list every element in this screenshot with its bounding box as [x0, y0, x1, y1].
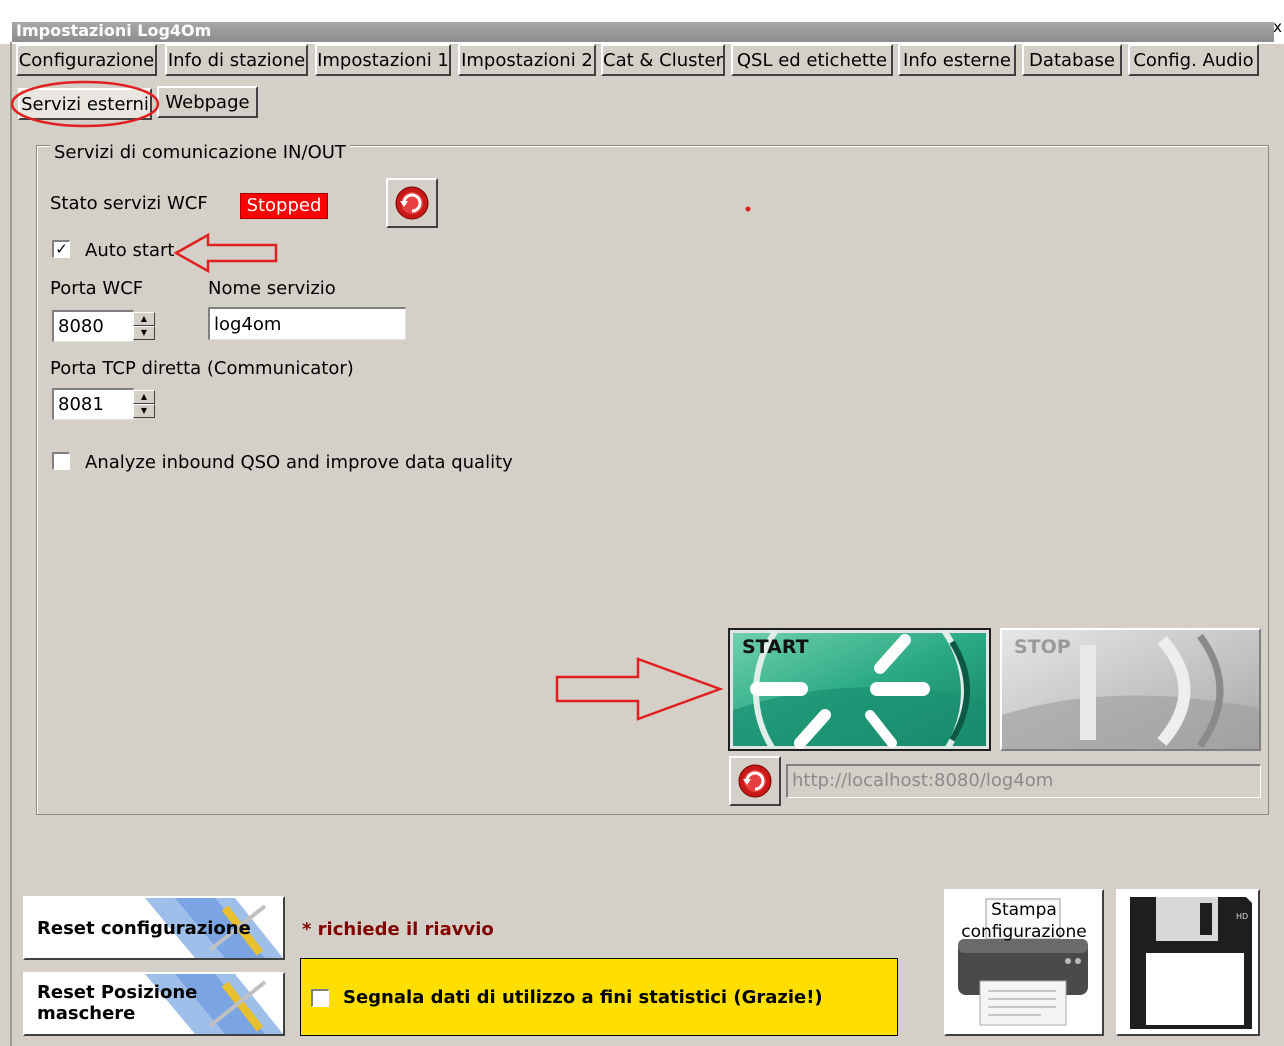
tab-config-audio[interactable]: Config. Audio [1128, 44, 1259, 76]
title-bar: Impostazioni Log4Om x [0, 0, 1284, 44]
refresh-icon [395, 186, 429, 220]
usage-stats-checkbox[interactable] [311, 989, 329, 1007]
service-name-input[interactable] [208, 307, 406, 340]
restart-note: * richiede il riavvio [302, 919, 494, 940]
tab-database[interactable]: Database [1022, 44, 1122, 76]
auto-start-checkbox[interactable]: ✓ [52, 240, 70, 258]
spin-up-icon[interactable]: ▲ [133, 312, 155, 326]
red-dot-mark [745, 206, 751, 212]
analyze-qso-label: Analyze inbound QSO and improve data qua… [85, 452, 513, 473]
reset-config-label: Reset configurazione [37, 918, 251, 939]
tab-configurazione[interactable]: Configurazione [16, 44, 157, 76]
services-group-title: Servizi di comunicazione IN/OUT [50, 142, 350, 163]
reset-config-button[interactable]: Reset configurazione [23, 896, 285, 960]
wcf-port-label: Porta WCF [50, 278, 144, 299]
auto-start-label: Auto start [85, 240, 175, 261]
tcp-port-label: Porta TCP diretta (Communicator) [50, 358, 354, 379]
window-title: Impostazioni Log4Om [16, 21, 212, 40]
refresh-status-button[interactable] [386, 178, 438, 228]
usage-stats-panel: Segnala dati di utilizzo a fini statisti… [300, 958, 898, 1036]
reset-positions-label: Reset Posizione maschere [37, 982, 197, 1024]
tab-info-esterne[interactable]: Info esterne [898, 44, 1016, 76]
tab-impostazioni-1[interactable]: Impostazioni 1 [315, 44, 451, 76]
tab-qsl-ed-etichette[interactable]: QSL ed etichette [731, 44, 893, 76]
tab-cat-cluster[interactable]: Cat & Cluster [601, 44, 725, 76]
stop-label: STOP [1014, 636, 1071, 658]
wcf-port-stepper[interactable]: ▲ ▼ [133, 312, 155, 340]
service-url-field[interactable]: http://localhost:8080/log4om [786, 764, 1261, 798]
spin-down-icon[interactable]: ▼ [133, 404, 155, 418]
floppy-disk-icon: HD [1130, 897, 1252, 1029]
annotation-arrow-right [555, 657, 724, 721]
print-config-label-line1: Stampa [991, 900, 1057, 920]
status-badge: Stopped [240, 193, 328, 219]
spin-up-icon[interactable]: ▲ [133, 390, 155, 404]
svg-text:HD: HD [1236, 912, 1248, 921]
start-label: START [742, 636, 809, 658]
spin-down-icon[interactable]: ▼ [133, 326, 155, 340]
start-button[interactable]: START [728, 628, 991, 751]
tab-info-di-stazione[interactable]: Info di stazione [165, 44, 308, 76]
annotation-arrow-left [174, 232, 278, 274]
save-button[interactable]: HD [1116, 889, 1260, 1036]
wcf-status-label: Stato servizi WCF [50, 193, 208, 214]
close-icon[interactable]: x [1273, 18, 1282, 36]
open-url-button[interactable] [729, 756, 781, 806]
usage-stats-label: Segnala dati di utilizzo a fini statisti… [343, 987, 823, 1008]
tcp-port-input[interactable] [52, 388, 134, 420]
analyze-qso-checkbox[interactable] [52, 452, 70, 470]
reset-positions-button[interactable]: Reset Posizione maschere [23, 972, 285, 1036]
stop-button[interactable]: STOP [1000, 628, 1261, 751]
reset-positions-label-line1: Reset Posizione [37, 982, 198, 1003]
refresh-icon [738, 764, 772, 798]
service-name-label: Nome servizio [208, 278, 336, 299]
window-left-border [10, 42, 12, 1046]
tab-impostazioni-2[interactable]: Impostazioni 2 [458, 44, 596, 76]
print-config-label-line2: configurazione [961, 922, 1087, 942]
tcp-port-stepper[interactable]: ▲ ▼ [133, 390, 155, 418]
tab-webpage[interactable]: Webpage [157, 86, 258, 118]
print-config-label: Stampa configurazione [946, 899, 1102, 943]
reset-positions-label-line2: maschere [37, 1003, 136, 1024]
print-config-button[interactable]: Stampa configurazione [944, 889, 1104, 1036]
wcf-port-input[interactable] [52, 310, 134, 342]
annotation-ellipse [10, 80, 160, 128]
